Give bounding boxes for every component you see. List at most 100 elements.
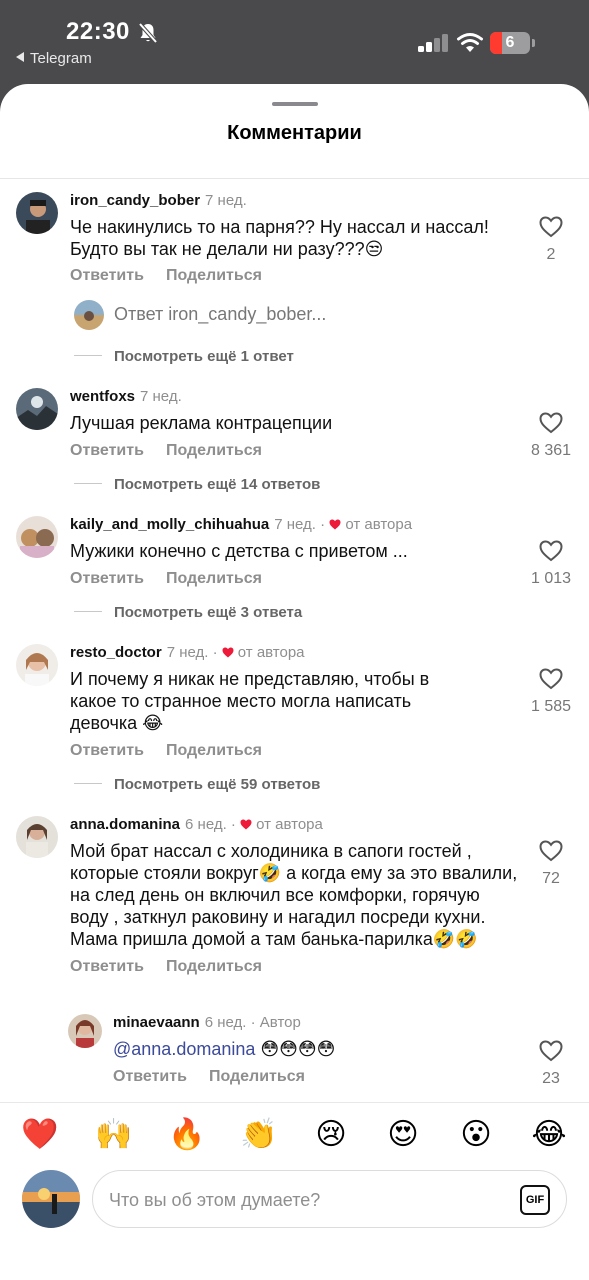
comment-meta: anna.domanina 6 нед. · от автора <box>70 816 323 833</box>
avatar[interactable] <box>16 816 58 858</box>
divider <box>74 355 102 356</box>
comment-actions: Ответить Поделиться <box>70 958 284 976</box>
view-more-replies[interactable]: Посмотреть ещё 3 ответа <box>74 604 302 621</box>
share-button[interactable]: Поделиться <box>166 267 262 284</box>
reply-preview-prefix: Ответ <box>114 304 164 324</box>
like-count: 2 <box>546 246 556 263</box>
comment-time: 6 нед. <box>204 1014 247 1031</box>
mention-link[interactable]: @anna.domanina <box>113 1039 255 1059</box>
comment-time: 7 нед. <box>140 388 182 405</box>
reply-button[interactable]: Ответить <box>113 1068 187 1085</box>
quick-emoji-bar: ❤️ 🙌 🔥 👏 😢 😍 😮 😂 <box>0 1102 589 1170</box>
comment: anna.domanina 6 нед. · от автора Мой брат… <box>0 804 589 1000</box>
heart-outline-icon <box>539 540 563 562</box>
view-more-label: Посмотреть ещё 14 ответов <box>114 476 321 493</box>
view-more-replies[interactable]: Посмотреть ещё 59 ответов <box>74 776 320 793</box>
author-badge: от автора <box>256 816 323 833</box>
view-more-label: Посмотреть ещё 3 ответа <box>114 604 303 621</box>
reply-button[interactable]: Ответить <box>70 442 144 459</box>
cellular-signal-icon <box>418 34 450 52</box>
like-count: 72 <box>542 870 560 887</box>
reply-button[interactable]: Ответить <box>70 267 144 284</box>
like-button[interactable]: 23 <box>520 1040 582 1088</box>
comment-actions: Ответить Поделиться <box>70 570 284 588</box>
back-arrow-icon <box>16 52 24 62</box>
heart-outline-icon <box>539 668 563 690</box>
divider <box>74 783 102 784</box>
emoji-heart-button[interactable]: ❤️ <box>21 1117 58 1153</box>
share-button[interactable]: Поделиться <box>166 442 262 459</box>
like-button[interactable]: 2 <box>520 216 582 264</box>
like-button[interactable]: 8 361 <box>520 412 582 460</box>
reply-button[interactable]: Ответить <box>70 742 144 759</box>
share-button[interactable]: Поделиться <box>166 742 262 759</box>
comment-actions: Ответить Поделиться <box>113 1068 327 1086</box>
avatar[interactable] <box>68 1014 102 1048</box>
comment-text: Мой брат нассал с холодиника в сапоги го… <box>70 841 518 949</box>
author-badge: Автор <box>259 1014 301 1031</box>
username[interactable]: resto_doctor <box>70 644 162 661</box>
comment-input[interactable] <box>109 1185 499 1215</box>
battery-icon: 6 <box>490 32 536 54</box>
comments-sheet: Комментарии iron_candy_bober 7 нед. Че на… <box>0 84 589 1280</box>
comment-time: 6 нед. <box>185 816 227 833</box>
comment: iron_candy_bober 7 нед. Че накинулись то … <box>0 180 589 376</box>
back-to-app-link[interactable]: Telegram <box>16 50 92 67</box>
author-heart-icon <box>329 519 341 530</box>
username[interactable]: wentfoxs <box>70 388 135 405</box>
like-button[interactable]: 1 013 <box>520 540 582 588</box>
view-more-replies[interactable]: Посмотреть ещё 1 ответ <box>74 348 294 365</box>
comment: resto_doctor 7 нед. · от автора И почему … <box>0 632 589 804</box>
comments-list[interactable]: iron_candy_bober 7 нед. Че накинулись то … <box>0 180 589 1102</box>
comment: wentfoxs 7 нед. Лучшая реклама контрацепц… <box>0 376 589 504</box>
reply-comment: minaevaann 6 нед. · Автор @anna.domanina … <box>0 1000 589 1102</box>
divider <box>0 178 589 179</box>
heart-outline-icon <box>539 1040 563 1062</box>
author-heart-icon <box>240 819 252 830</box>
view-more-replies[interactable]: Посмотреть ещё 14 ответов <box>74 476 320 493</box>
comment-meta: resto_doctor 7 нед. · от автора <box>70 644 305 661</box>
emoji-cry-button[interactable]: 😢 <box>313 1117 349 1153</box>
like-count: 1 013 <box>530 570 572 587</box>
username[interactable]: iron_candy_bober <box>70 192 200 209</box>
avatar[interactable] <box>16 516 58 558</box>
divider <box>74 483 102 484</box>
username[interactable]: minaevaann <box>113 1014 200 1031</box>
comment-text: И почему я никак не представляю, чтобы в… <box>70 669 430 733</box>
like-button[interactable]: 72 <box>520 840 582 888</box>
comment-meta: kaily_and_molly_chihuahua 7 нед. · от авт… <box>70 516 413 533</box>
share-button[interactable]: Поделиться <box>166 570 262 587</box>
share-button[interactable]: Поделиться <box>166 958 262 975</box>
comment-actions: Ответить Поделиться <box>70 267 284 285</box>
heart-outline-icon <box>539 412 563 434</box>
emoji-fire-button[interactable]: 🔥 <box>168 1117 205 1153</box>
emoji-heart-eyes-button[interactable]: 😍 <box>385 1117 421 1153</box>
emoji-surprised-button[interactable]: 😮 <box>458 1117 494 1153</box>
reply-preview-text: Ответ iron_candy_bober... <box>114 304 326 325</box>
comment-composer: GIF <box>0 1170 589 1280</box>
author-heart-icon <box>222 647 234 658</box>
sheet-title: Комментарии <box>227 122 362 144</box>
comment-text: Че накинулись то на парня?? Ну нассал и … <box>70 217 489 259</box>
avatar[interactable] <box>16 192 58 234</box>
avatar[interactable] <box>16 388 58 430</box>
emoji-laugh-button[interactable]: 😂 <box>531 1117 567 1153</box>
view-more-label: Посмотреть ещё 1 ответ <box>114 348 294 365</box>
avatar[interactable] <box>16 644 58 686</box>
like-button[interactable]: 1 585 <box>520 668 582 716</box>
username[interactable]: anna.domanina <box>70 816 180 833</box>
reply-text: 😳😳😳😳 <box>255 1039 336 1059</box>
status-bar: 22:30 Telegram 6 <box>0 0 589 84</box>
reply-button[interactable]: Ответить <box>70 958 144 975</box>
sheet-grabber[interactable] <box>272 102 318 106</box>
comment-actions: Ответить Поделиться <box>70 742 284 760</box>
emoji-raised-hands-button[interactable]: 🙌 <box>95 1117 132 1153</box>
divider <box>74 611 102 612</box>
gif-button[interactable]: GIF <box>520 1185 550 1215</box>
like-count: 1 585 <box>530 698 572 715</box>
username[interactable]: kaily_and_molly_chihuahua <box>70 516 269 533</box>
share-button[interactable]: Поделиться <box>209 1068 305 1085</box>
bell-muted-icon <box>138 22 158 44</box>
emoji-clap-button[interactable]: 👏 <box>240 1117 277 1153</box>
reply-button[interactable]: Ответить <box>70 570 144 587</box>
